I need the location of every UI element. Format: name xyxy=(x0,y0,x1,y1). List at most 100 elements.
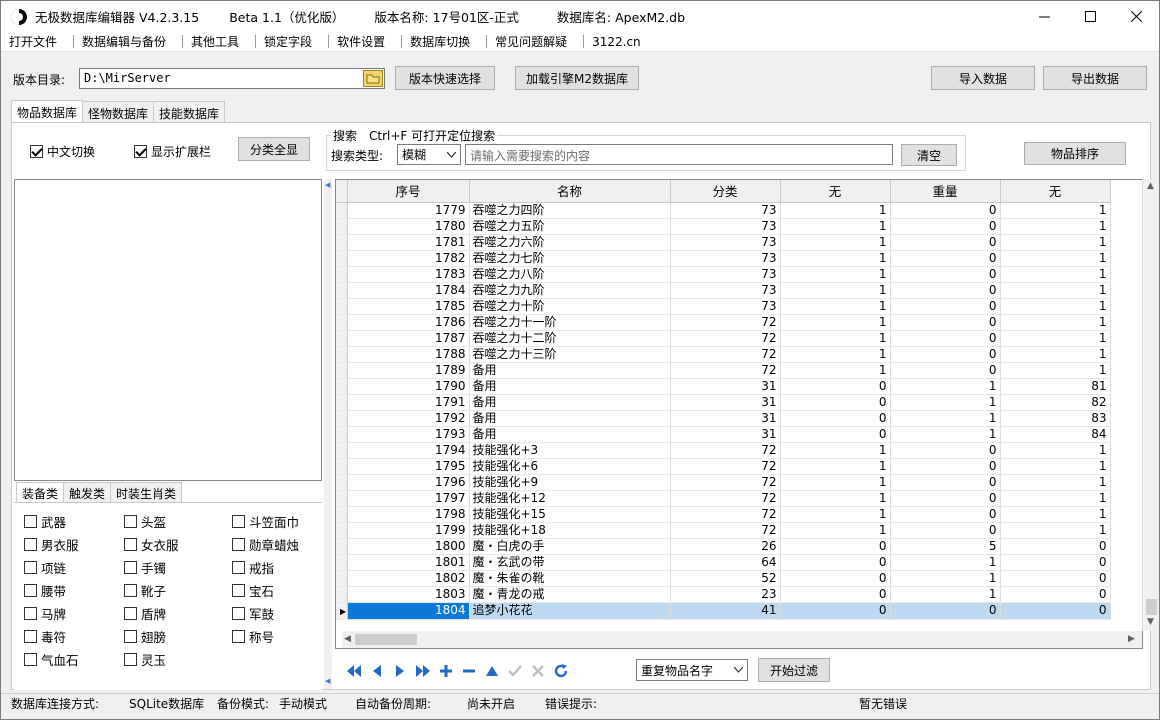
start-filter-button[interactable]: 开始过滤 xyxy=(758,658,830,682)
maximize-button[interactable] xyxy=(1067,1,1113,32)
category-gem[interactable]: 宝石 xyxy=(232,581,274,600)
menu-db-switch[interactable]: 数据库切换 xyxy=(410,33,478,50)
cell-name[interactable]: 吞噬之力十阶 xyxy=(469,298,671,315)
cell-none-1[interactable]: 1 xyxy=(780,234,891,251)
cell-none-2[interactable]: 1 xyxy=(1000,490,1111,507)
cell-none-2[interactable]: 1 xyxy=(1000,362,1111,379)
cell-none-2[interactable]: 0 xyxy=(1000,554,1111,571)
cell-none-2[interactable]: 1 xyxy=(1000,218,1111,235)
cell-seq[interactable]: 1796 xyxy=(347,474,470,491)
table-row[interactable]: 1803 魔・青龙の戒 23 0 1 0 xyxy=(336,586,1111,603)
quick-select-button[interactable]: 版本快速选择 xyxy=(395,66,495,90)
cell-weight[interactable]: 1 xyxy=(890,554,1001,571)
cell-name[interactable]: 吞噬之力四阶 xyxy=(469,202,671,219)
minimize-button[interactable] xyxy=(1021,1,1067,32)
grid-horizontal-scrollbar[interactable]: ◀ ▶ xyxy=(342,631,1142,648)
cell-category[interactable]: 73 xyxy=(670,234,781,251)
table-row[interactable]: 1794 技能强化+3 72 1 0 1 xyxy=(336,442,1111,459)
col-header-seq[interactable]: 序号 xyxy=(347,180,470,203)
search-type-select[interactable]: 模糊 xyxy=(397,144,461,165)
cell-name[interactable]: 技能强化+9 xyxy=(469,474,671,491)
cell-weight[interactable]: 5 xyxy=(890,538,1001,555)
cell-category[interactable]: 31 xyxy=(670,410,781,427)
cell-weight[interactable]: 1 xyxy=(890,378,1001,395)
cell-seq[interactable]: 1787 xyxy=(347,330,470,347)
cell-none-1[interactable]: 1 xyxy=(780,282,891,299)
cell-none-2[interactable]: 1 xyxy=(1000,266,1111,283)
cell-none-1[interactable]: 1 xyxy=(780,362,891,379)
cell-weight[interactable]: 0 xyxy=(890,490,1001,507)
cell-seq[interactable]: 1799 xyxy=(347,522,470,539)
category-wings[interactable]: 翅膀 xyxy=(124,627,166,646)
cell-category[interactable]: 73 xyxy=(670,250,781,267)
cell-seq[interactable]: 1795 xyxy=(347,458,470,475)
cell-seq[interactable]: 1789 xyxy=(347,362,470,379)
table-row[interactable]: 1790 备用 31 0 1 81 xyxy=(336,378,1111,395)
import-button[interactable]: 导入数据 xyxy=(931,66,1035,90)
col-header-weight[interactable]: 重量 xyxy=(890,180,1001,203)
cell-name[interactable]: 魔・朱雀の靴 xyxy=(469,570,671,587)
table-row[interactable]: 1799 技能强化+18 72 1 0 1 xyxy=(336,522,1111,539)
row-header[interactable]: ▶ xyxy=(336,602,348,620)
cell-none-2[interactable]: 1 xyxy=(1000,442,1111,459)
cell-none-1[interactable]: 1 xyxy=(780,218,891,235)
cell-weight[interactable]: 0 xyxy=(890,522,1001,539)
cell-none-2[interactable]: 83 xyxy=(1000,410,1111,427)
table-row[interactable]: 1792 备用 31 0 1 83 xyxy=(336,410,1111,427)
cell-seq[interactable]: 1802 xyxy=(347,570,470,587)
menu-lock-fields[interactable]: 锁定字段 xyxy=(264,33,320,50)
tab-monsters-db[interactable]: 怪物数据库 xyxy=(82,101,155,123)
col-header-category[interactable]: 分类 xyxy=(670,180,781,203)
search-input[interactable]: 请输入需要搜索的内容 xyxy=(465,144,893,165)
table-row[interactable]: 1781 吞噬之力六阶 73 1 0 1 xyxy=(336,234,1111,251)
cell-category[interactable]: 73 xyxy=(670,266,781,283)
cell-none-2[interactable]: 84 xyxy=(1000,426,1111,443)
show-ext-checkbox[interactable]: 显示扩展栏 xyxy=(134,143,211,160)
row-header[interactable] xyxy=(336,378,348,395)
cell-name[interactable]: 备用 xyxy=(469,394,671,411)
category-necklace[interactable]: 项链 xyxy=(24,558,66,577)
cell-weight[interactable]: 0 xyxy=(890,266,1001,283)
cell-none-1[interactable]: 0 xyxy=(780,538,891,555)
table-row[interactable]: 1785 吞噬之力十阶 73 1 0 1 xyxy=(336,298,1111,315)
cell-weight[interactable]: 0 xyxy=(890,362,1001,379)
cell-none-1[interactable]: 1 xyxy=(780,346,891,363)
scroll-left-icon[interactable]: ◀ xyxy=(344,634,351,644)
cell-name[interactable]: 备用 xyxy=(469,362,671,379)
cell-none-1[interactable]: 1 xyxy=(780,522,891,539)
menu-settings[interactable]: 软件设置 xyxy=(337,33,393,50)
cell-none-1[interactable]: 1 xyxy=(780,474,891,491)
cell-weight[interactable]: 0 xyxy=(890,250,1001,267)
cell-weight[interactable]: 0 xyxy=(890,346,1001,363)
cell-none-1[interactable]: 1 xyxy=(780,442,891,459)
table-row[interactable]: 1780 吞噬之力五阶 73 1 0 1 xyxy=(336,218,1111,235)
cell-category[interactable]: 73 xyxy=(670,218,781,235)
cell-weight[interactable]: 0 xyxy=(890,442,1001,459)
cell-category[interactable]: 31 xyxy=(670,394,781,411)
cell-none-2[interactable]: 81 xyxy=(1000,378,1111,395)
cell-name[interactable]: 备用 xyxy=(469,426,671,443)
cell-name[interactable]: 技能强化+18 xyxy=(469,522,671,539)
cell-none-1[interactable]: 0 xyxy=(780,602,891,620)
cell-seq[interactable]: 1780 xyxy=(347,218,470,235)
row-header[interactable] xyxy=(336,234,348,251)
category-ring[interactable]: 戒指 xyxy=(232,558,274,577)
cell-seq[interactable]: 1792 xyxy=(347,410,470,427)
cell-name[interactable]: 技能强化+6 xyxy=(469,458,671,475)
cell-category[interactable]: 73 xyxy=(670,298,781,315)
row-header[interactable] xyxy=(336,554,348,571)
sort-items-button[interactable]: 物品排序 xyxy=(1024,142,1126,165)
row-header[interactable] xyxy=(336,586,348,603)
cell-none-1[interactable]: 0 xyxy=(780,586,891,603)
cell-seq[interactable]: 1781 xyxy=(347,234,470,251)
cell-seq[interactable]: 1786 xyxy=(347,314,470,331)
cell-weight[interactable]: 0 xyxy=(890,458,1001,475)
table-row[interactable]: 1788 吞噬之力十三阶 72 1 0 1 xyxy=(336,346,1111,363)
tab-items-db[interactable]: 物品数据库 xyxy=(11,100,84,122)
cell-weight[interactable]: 0 xyxy=(890,298,1001,315)
row-header[interactable] xyxy=(336,266,348,283)
cell-name[interactable]: 备用 xyxy=(469,410,671,427)
cell-category[interactable]: 72 xyxy=(670,330,781,347)
grid-vertical-scrollbar[interactable]: ▲ ▼ xyxy=(1142,179,1159,631)
col-header-none-1[interactable]: 无 xyxy=(780,180,891,203)
